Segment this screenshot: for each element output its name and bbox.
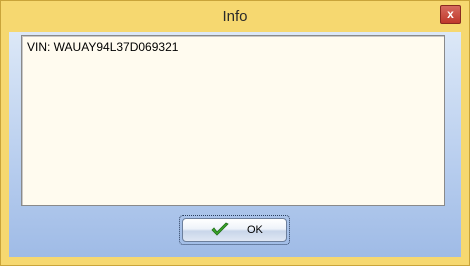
close-icon: x [447,7,454,21]
ok-button-face[interactable]: OK [182,218,287,242]
ok-button-label: OK [247,224,263,236]
info-text-area[interactable]: VIN: WAUAY94L37D069321 [21,35,445,206]
info-dialog: Info x VIN: WAUAY94L37D069321 OK [0,0,470,266]
dialog-body: VIN: WAUAY94L37D069321 OK [9,32,461,257]
checkmark-icon [211,222,229,236]
dialog-title: Info [222,8,248,25]
title-bar[interactable]: Info x [1,1,469,32]
ok-button[interactable]: OK [179,215,290,245]
close-button[interactable]: x [440,5,461,24]
